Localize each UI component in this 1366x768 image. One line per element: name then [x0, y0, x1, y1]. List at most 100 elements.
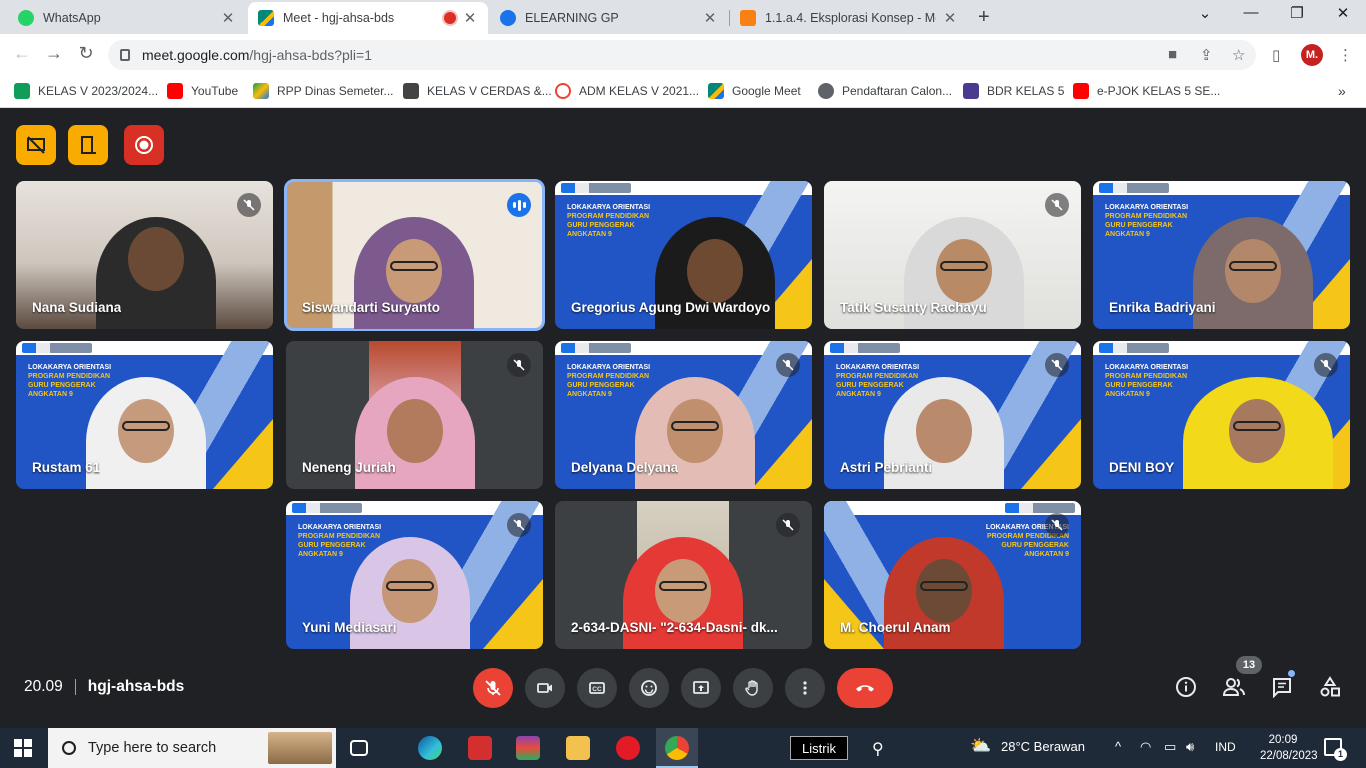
tab-title: Meet - hgj-ahsa-bds — [283, 11, 395, 25]
host-controls-button[interactable] — [16, 125, 56, 165]
forward-button[interactable]: → — [42, 43, 66, 64]
microphone-toggle-button[interactable] — [473, 668, 513, 708]
participant-tile[interactable]: LOKAKARYA ORIENTASI PROGRAM PENDIDIKAN GUR… — [1093, 181, 1350, 329]
participant-tile[interactable]: LOKAKARYA ORIENTASI PROGRAM PENDIDIKAN GUR… — [824, 501, 1081, 649]
side-panel-icon[interactable]: ▯ — [1272, 46, 1280, 64]
elearning-icon — [500, 10, 516, 26]
profile-avatar[interactable]: M. — [1301, 44, 1323, 66]
camera-icon — [537, 683, 552, 693]
share-icon[interactable]: ⇪ — [1200, 46, 1213, 64]
google-meet-icon — [258, 10, 274, 26]
input-language[interactable]: IND — [1215, 740, 1236, 754]
people-button[interactable] — [1221, 676, 1247, 703]
participant-tile[interactable]: 2-634-DASNI- "2-634-Dasni- dk... — [555, 501, 812, 649]
camera-toggle-button[interactable] — [525, 668, 565, 708]
close-tab-icon[interactable]: ✕ — [702, 9, 718, 27]
minimize-button[interactable]: — — [1228, 4, 1274, 21]
mic-off-icon — [1314, 353, 1338, 377]
speaking-indicator-icon — [507, 193, 531, 217]
opera-icon[interactable] — [616, 736, 640, 760]
meeting-details-button[interactable] — [1173, 676, 1199, 703]
tab-elearning[interactable]: ELEARNING GP ✕ — [490, 2, 728, 34]
bookmark-item[interactable]: KELAS V CERDAS &... — [403, 83, 552, 99]
present-screen-button[interactable] — [681, 668, 721, 708]
mic-off-icon — [507, 353, 531, 377]
bookmark-item[interactable]: RPP Dinas Semeter... — [253, 83, 394, 99]
show-hidden-icons-chevron-icon[interactable]: ^ — [1115, 739, 1121, 754]
bookmarks-bar: KELAS V 2023/2024... YouTube RPP Dinas S… — [0, 76, 1366, 108]
taskbar-search-box[interactable]: Type here to search — [48, 728, 336, 768]
pen-workspace-icon[interactable]: ⚲ — [872, 739, 884, 759]
battery-plug-icon[interactable]: ▭ — [1164, 739, 1176, 755]
tab-google-meet[interactable]: Meet - hgj-ahsa-bds ✕ — [248, 2, 488, 34]
new-tab-button[interactable]: + — [978, 6, 990, 29]
chrome-menu-icon[interactable]: ⋮ — [1338, 46, 1353, 64]
close-tab-icon[interactable]: ✕ — [462, 9, 478, 27]
participant-count-badge: 13 — [1236, 656, 1262, 674]
leave-call-button[interactable] — [837, 668, 893, 708]
tab-whatsapp[interactable]: WhatsApp ✕ — [8, 2, 246, 34]
back-button[interactable]: ← — [10, 43, 34, 64]
bookmark-item[interactable]: KELAS V 2023/2024... — [14, 83, 158, 99]
notification-icon[interactable]: 1 — [1324, 738, 1347, 761]
network-icon[interactable]: ◠ — [1140, 739, 1151, 755]
reactions-button[interactable] — [629, 668, 669, 708]
chrome-taskbar-button[interactable] — [656, 728, 698, 768]
close-window-button[interactable]: ✕ — [1320, 4, 1366, 22]
present-icon — [693, 681, 709, 694]
task-view-icon[interactable] — [350, 740, 368, 756]
reload-button[interactable]: ↻ — [74, 43, 98, 64]
participant-tile[interactable]: LOKAKARYA ORIENTASI PROGRAM PENDIDIKAN GUR… — [286, 501, 543, 649]
more-options-button[interactable] — [785, 668, 825, 708]
more-bookmarks-chevron-icon[interactable]: » — [1338, 83, 1346, 99]
bookmark-label: YouTube — [191, 84, 239, 98]
tab-search-chevron-icon[interactable]: ⌄ — [1182, 4, 1228, 22]
participant-tile[interactable]: LOKAKARYA ORIENTASI PROGRAM PENDIDIKAN GUR… — [555, 341, 812, 489]
windows-start-button[interactable] — [14, 739, 32, 757]
bookmark-item[interactable]: Pendaftaran Calon... — [818, 83, 952, 99]
bookmark-star-icon[interactable]: ☆ — [1232, 46, 1245, 64]
listrik-tooltip[interactable]: Listrik — [790, 736, 848, 760]
winrar-icon[interactable] — [516, 736, 540, 760]
participant-tile[interactable]: LOKAKARYA ORIENTASI PROGRAM PENDIDIKAN GUR… — [1093, 341, 1350, 489]
mic-off-icon — [776, 513, 800, 537]
participant-name: Yuni Mediasari — [302, 620, 397, 635]
captions-button[interactable]: CC — [577, 668, 617, 708]
breakout-rooms-button[interactable] — [68, 125, 108, 165]
bookmark-label: BDR KELAS 5 — [987, 84, 1065, 98]
activities-button[interactable] — [1317, 676, 1343, 703]
participant-tile[interactable]: LOKAKARYA ORIENTASI PROGRAM PENDIDIKAN GUR… — [555, 181, 812, 329]
bookmark-item[interactable]: YouTube — [167, 83, 238, 99]
restore-button[interactable]: ❐ — [1274, 4, 1320, 22]
participant-tile[interactable]: LOKAKARYA ORIENTASI PROGRAM PENDIDIKAN GUR… — [824, 341, 1081, 489]
tab-title: 1.1.a.4. Eksplorasi Konsep - Modul — [765, 11, 936, 25]
bookmark-item[interactable]: Google Meet — [708, 83, 801, 99]
bookmark-item[interactable]: e-PJOK KELAS 5 SE... — [1073, 83, 1220, 99]
bookmark-item[interactable]: ADM KELAS V 2021... — [555, 83, 699, 99]
acrobat-icon[interactable] — [468, 736, 492, 760]
bookmark-label: e-PJOK KELAS 5 SE... — [1097, 84, 1221, 98]
participant-tile[interactable]: LOKAKARYA ORIENTASI PROGRAM PENDIDIKAN GUR… — [16, 341, 273, 489]
weather-cloud-icon: ⛅ — [970, 736, 992, 755]
bookmark-label: ADM KELAS V 2021... — [579, 84, 700, 98]
raise-hand-button[interactable] — [733, 668, 773, 708]
participant-tile[interactable]: Siswandarti Suryanto — [284, 179, 545, 331]
address-bar[interactable]: meet.google.com/hgj-ahsa-bds?pli=1 — [108, 40, 1256, 70]
edge-icon[interactable] — [418, 736, 442, 760]
clock[interactable]: 20:09 22/08/2023 — [1260, 732, 1318, 764]
close-tab-icon[interactable]: ✕ — [942, 9, 958, 27]
banner-text: LOKAKARYA ORIENTASI PROGRAM PENDIDIKAN GUR… — [567, 204, 651, 238]
file-explorer-icon[interactable] — [566, 736, 590, 760]
participant-tile[interactable]: Nana Sudiana — [16, 181, 273, 329]
chat-button[interactable] — [1269, 676, 1295, 703]
tab-eksplorasi-konsep[interactable]: 1.1.a.4. Eksplorasi Konsep - Modul ✕ — [730, 2, 968, 34]
weather-text[interactable]: 28°C Berawan — [1001, 739, 1085, 754]
more-vertical-icon — [803, 681, 807, 695]
recording-button[interactable] — [124, 125, 164, 165]
camera-in-use-icon[interactable]: ■ — [1168, 46, 1177, 63]
close-tab-icon[interactable]: ✕ — [220, 9, 236, 27]
bookmark-item[interactable]: BDR KELAS 5 — [963, 83, 1064, 99]
participant-tile[interactable]: Neneng Juriah — [286, 341, 543, 489]
volume-icon[interactable]: 🔊︎ — [1186, 739, 1194, 755]
participant-tile[interactable]: Tatik Susanty Rachayu — [824, 181, 1081, 329]
